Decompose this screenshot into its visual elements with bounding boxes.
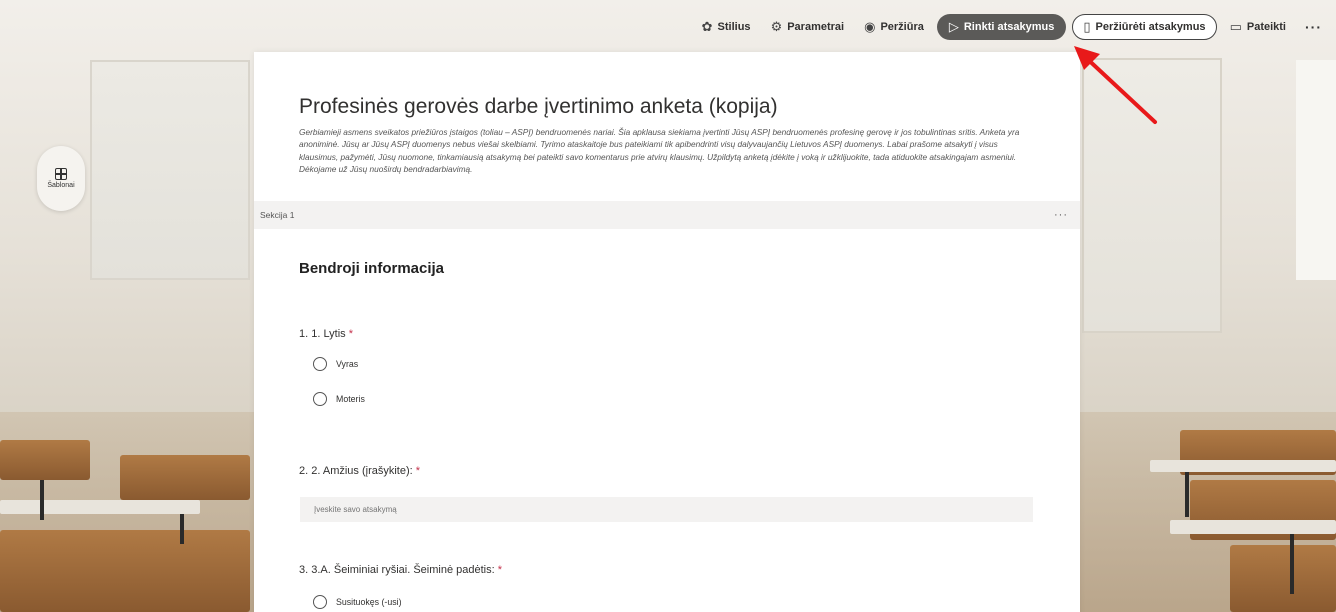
more-icon: ··· — [1305, 19, 1322, 35]
required-marker: * — [497, 564, 502, 576]
monitor-icon: ▭ — [1229, 19, 1242, 34]
desk-leg — [40, 480, 44, 520]
section-header: Sekcija 1 ··· — [254, 201, 1080, 229]
desk-leg — [1185, 472, 1189, 517]
window-right — [1296, 60, 1336, 280]
required-marker: * — [348, 328, 354, 340]
style-button[interactable]: ✿ Stilius — [695, 15, 758, 39]
top-toolbar: ✿ Stilius ⚙ Parametrai ◉ Peržiūra ▷ Rink… — [695, 10, 1328, 44]
radio-option[interactable]: Susituokęs (-usi) — [313, 595, 402, 609]
question-title: 1. 1. Lytis * — [299, 328, 354, 340]
section-more-button[interactable]: ··· — [1054, 209, 1068, 221]
eye-icon: ◉ — [864, 19, 876, 34]
view-responses-button[interactable]: ▯ Peržiūrėti atsakymus — [1072, 14, 1217, 40]
collect-responses-button[interactable]: ▷ Rinkti atsakymus — [936, 14, 1067, 40]
send-icon: ▷ — [948, 19, 959, 34]
radio-option[interactable]: Vyras — [313, 357, 358, 371]
settings-button[interactable]: ⚙ Parametrai — [764, 15, 852, 39]
more-options-button[interactable]: ··· — [1299, 15, 1328, 39]
desk — [1170, 520, 1336, 534]
form-title[interactable]: Profesinės gerovės darbe įvertinimo anke… — [299, 95, 778, 119]
templates-label: Šablonai — [47, 182, 75, 189]
palette-icon: ✿ — [701, 19, 713, 34]
desk-leg — [180, 514, 184, 544]
required-marker: * — [415, 465, 421, 477]
question-title: 2. 2. Amžius (įrašykite): * — [299, 465, 421, 477]
radio-option[interactable]: Moteris — [313, 392, 365, 406]
radio-button[interactable] — [313, 595, 327, 609]
templates-button[interactable]: Šablonai — [37, 146, 85, 211]
desk — [0, 500, 200, 514]
desk — [120, 455, 250, 500]
gear-icon: ⚙ — [770, 19, 783, 34]
whiteboard-left — [90, 60, 250, 280]
desk — [1230, 545, 1336, 612]
form-description[interactable]: Gerbiamieji asmens sveikatos priežiūros … — [299, 126, 1029, 176]
section-heading[interactable]: Bendroji informacija — [299, 260, 444, 277]
bar-chart-icon: ▯ — [1083, 19, 1091, 34]
question-title: 3. 3.A. Šeiminiai ryšiai. Šeiminė padėti… — [299, 564, 502, 576]
present-button[interactable]: ▭ Pateikti — [1223, 15, 1293, 39]
section-label: Sekcija 1 — [260, 210, 295, 220]
template-grid-icon — [55, 168, 67, 180]
preview-button[interactable]: ◉ Peržiūra — [857, 15, 931, 39]
desk — [0, 440, 90, 480]
radio-button[interactable] — [313, 392, 327, 406]
desk — [0, 530, 250, 612]
desk-leg — [1290, 534, 1294, 594]
desk — [1150, 460, 1336, 472]
form-card: Profesinės gerovės darbe įvertinimo anke… — [254, 52, 1080, 612]
annotation-arrow-icon — [1074, 46, 1157, 124]
radio-button[interactable] — [313, 357, 327, 371]
answer-input[interactable] — [300, 497, 1033, 522]
